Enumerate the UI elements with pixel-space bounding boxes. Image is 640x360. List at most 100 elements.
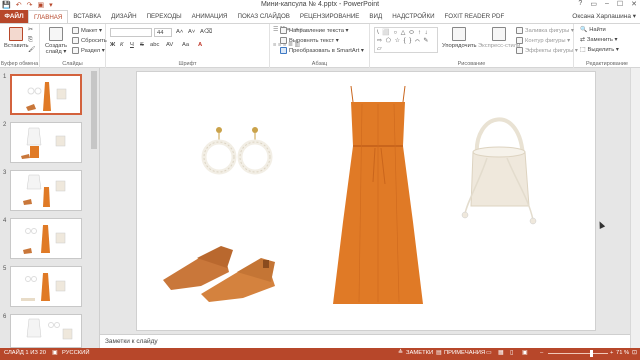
slide-thumbnail[interactable]	[10, 266, 82, 307]
italic-button[interactable]: К	[120, 42, 123, 48]
section-button[interactable]: Раздел ▾	[72, 47, 105, 54]
fill-icon	[516, 27, 523, 34]
tab-file[interactable]: ФАЙЛ	[0, 10, 28, 23]
comments-toggle[interactable]: ПРИМЕЧАНИЯ	[444, 350, 485, 356]
font-size-field[interactable]: 44	[154, 28, 172, 37]
thumbnail-number: 2	[3, 122, 7, 128]
zoom-out-icon[interactable]: –	[540, 350, 543, 356]
user-account[interactable]: Оксана Харлашина ▾	[572, 12, 636, 20]
section-icon	[72, 47, 79, 54]
thumbnail-preview	[23, 174, 66, 207]
zoom-in-icon[interactable]: +	[610, 350, 613, 356]
slide-thumbnail[interactable]	[10, 74, 82, 115]
ribbon-display-button[interactable]: ▭	[590, 0, 597, 8]
bold-button[interactable]: Ж	[110, 42, 115, 48]
slide-scrollbar[interactable]	[630, 68, 640, 348]
bucket-bag-image[interactable]	[461, 117, 537, 225]
clipboard-icon	[9, 27, 24, 41]
notes-pane[interactable]: Заметки к слайду	[100, 334, 630, 348]
grow-font-icon[interactable]: A˄	[176, 29, 183, 35]
zoom-slider[interactable]	[548, 353, 608, 354]
find-button[interactable]: 🔍 Найти	[580, 27, 606, 33]
tab-transitions[interactable]: ПЕРЕХОДЫ	[142, 13, 187, 20]
slide-thumbnail[interactable]	[10, 218, 82, 259]
slides-group-label: Слайды	[62, 61, 83, 67]
thumbnail-preview	[21, 127, 66, 159]
minimize-button[interactable]: –	[605, 0, 609, 8]
underline-button[interactable]: Ч	[130, 42, 134, 48]
slide-thumbnail[interactable]	[10, 170, 82, 211]
reset-button[interactable]: Сбросить	[72, 37, 107, 44]
notes-toggle[interactable]: ЗАМЕТКИ	[406, 350, 433, 356]
replace-icon: ⇄	[580, 37, 585, 43]
shape-fill-button[interactable]: Заливка фигуры ▾	[516, 27, 574, 34]
language-indicator[interactable]: РУССКИЙ	[62, 350, 90, 356]
smartart-button[interactable]: Преобразовать в SmartArt ▾	[280, 47, 364, 54]
quick-styles-button[interactable]: Экспресс-стили	[478, 27, 520, 49]
zoom-slider-knob[interactable]	[589, 350, 593, 357]
thumbnail-number: 6	[3, 314, 7, 320]
strike-button[interactable]: S	[140, 42, 144, 48]
select-button[interactable]: ⬚ Выделить ▾	[580, 47, 619, 53]
normal-view-icon[interactable]: ▭	[486, 350, 491, 356]
slide-thumbnail[interactable]	[10, 122, 82, 163]
orange-dress-image[interactable]	[333, 85, 423, 304]
thumbnail-preview	[21, 273, 66, 301]
shape-outline-button[interactable]: Контур фигуры ▾	[516, 37, 570, 44]
fit-slide-icon[interactable]: ⊡	[632, 350, 637, 356]
clipboard-group: Вставить ✂ ⎘ 🖌 Буфер обмена	[0, 24, 40, 68]
text-direction-button[interactable]: Направление текста ▾	[280, 27, 348, 34]
select-icon: ⬚	[580, 47, 586, 53]
thumbnail-scrollbar[interactable]	[91, 71, 97, 149]
tab-view[interactable]: ВИД	[364, 13, 387, 20]
copy-icon[interactable]: ⎘	[28, 37, 33, 44]
new-slide-button[interactable]: Создать слайд ▾	[44, 27, 68, 55]
pearl-earrings-image[interactable]	[201, 127, 273, 175]
tab-slideshow[interactable]: ПОКАЗ СЛАЙДОВ	[233, 13, 295, 20]
layout-button[interactable]: Макет ▾	[72, 27, 102, 34]
shape-effects-button[interactable]: Эффекты фигуры ▾	[516, 47, 578, 54]
slide-thumbnail[interactable]	[10, 314, 82, 348]
maximize-button[interactable]: ☐	[617, 0, 623, 8]
shadow-button[interactable]: abc	[150, 42, 159, 48]
tab-design[interactable]: ДИЗАЙН	[106, 13, 141, 20]
tab-insert[interactable]: ВСТАВКА	[68, 13, 106, 20]
align-text-button[interactable]: Выровнять текст ▾	[280, 37, 339, 44]
tab-foxit[interactable]: FOXIT READER PDF	[440, 13, 510, 20]
shapes-gallery[interactable]: \ ⬜ ○ △ ⬭ ↑ ↓ ⇨ ⬠ ☆ { } ⌒ ✎ ▱	[374, 27, 438, 53]
tab-animations[interactable]: АНИМАЦИЯ	[187, 13, 233, 20]
spellcheck-icon[interactable]: ▣	[52, 350, 57, 356]
close-button[interactable]: ✕	[631, 0, 637, 8]
spacing-button[interactable]: AV	[166, 42, 173, 48]
text-direction-icon	[280, 27, 287, 34]
format-painter-icon[interactable]: 🖌	[28, 47, 35, 53]
replace-button[interactable]: ⇄ Заменить ▾	[580, 37, 617, 43]
tan-mules-image[interactable]	[163, 246, 275, 302]
tab-addins[interactable]: НАДСТРОЙКИ	[387, 13, 439, 20]
slide-canvas[interactable]	[137, 72, 595, 330]
clear-format-icon[interactable]: A⌫	[200, 29, 212, 35]
sorter-view-icon[interactable]: ▦	[498, 350, 503, 356]
zoom-level[interactable]: 71 %	[616, 350, 629, 356]
arrange-icon	[452, 27, 467, 41]
thumbnail-preview	[23, 225, 66, 254]
font-color-button[interactable]: A	[198, 42, 202, 48]
arrange-button[interactable]: Упорядочить	[442, 27, 477, 49]
font-name-field[interactable]	[110, 28, 152, 37]
slideshow-view-icon[interactable]: ▣	[522, 350, 527, 356]
comments-toggle-icon[interactable]: ▤	[436, 350, 441, 356]
help-button[interactable]: ?	[578, 0, 582, 8]
paste-button[interactable]: Вставить	[4, 27, 29, 49]
notes-toggle-icon[interactable]: ≜	[398, 350, 403, 356]
outline-icon	[516, 37, 523, 44]
slide-thumbnail-pane: 1 2 3 4 5 6	[0, 68, 100, 348]
reading-view-icon[interactable]: ▯	[510, 350, 513, 356]
case-button[interactable]: Aa	[182, 42, 189, 48]
tab-review[interactable]: РЕЦЕНЗИРОВАНИЕ	[295, 13, 365, 20]
align-text-icon	[280, 37, 287, 44]
cut-icon[interactable]: ✂	[28, 27, 33, 33]
new-slide-icon	[49, 27, 63, 41]
slides-group: Создать слайд ▾ Макет ▾ Сбросить Раздел …	[40, 24, 107, 68]
tab-home[interactable]: ГЛАВНАЯ	[28, 10, 69, 23]
shrink-font-icon[interactable]: A˅	[188, 29, 195, 35]
